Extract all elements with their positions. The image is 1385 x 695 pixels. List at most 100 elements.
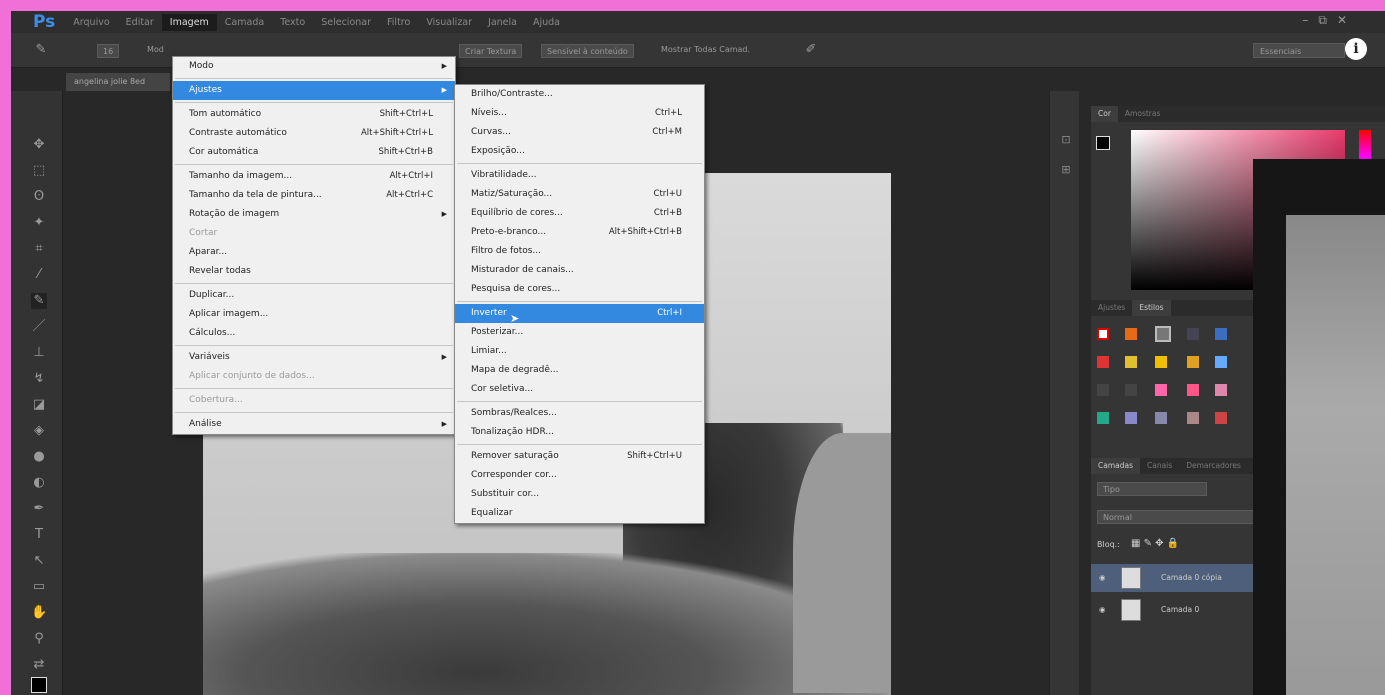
swap-colors-icon[interactable]: ⇄ — [31, 657, 47, 673]
style-swatch[interactable] — [1187, 384, 1199, 396]
menu-editar[interactable]: Editar — [118, 14, 162, 31]
style-swatch[interactable] — [1155, 356, 1167, 368]
style-swatch[interactable] — [1125, 328, 1137, 340]
tab-estilos[interactable]: Estilos — [1132, 300, 1171, 316]
visibility-eye-icon[interactable]: ◉ — [1099, 605, 1106, 614]
restore-button[interactable]: ⧉ — [1318, 13, 1327, 28]
menu-item-filtro-fotos[interactable]: Filtro de fotos... — [455, 242, 704, 261]
sample-all-checkbox[interactable]: Mostrar Todas Camad. — [661, 45, 750, 54]
menu-item-posterizar[interactable]: Posterizar... — [455, 323, 704, 342]
style-swatch[interactable] — [1097, 356, 1109, 368]
style-swatch[interactable] — [1155, 326, 1171, 342]
menu-item-curvas[interactable]: Curvas... Ctrl+M — [455, 123, 704, 142]
menu-camada[interactable]: Camada — [217, 14, 272, 31]
menu-item-brilho-contraste[interactable]: Brilho/Contraste... — [455, 85, 704, 104]
style-swatch[interactable] — [1125, 412, 1137, 424]
menu-item-tamanho-imagem[interactable]: Tamanho da imagem... Alt+Ctrl+I — [173, 167, 455, 186]
eraser-tool-icon[interactable]: ◪ — [31, 397, 47, 413]
tab-camadas[interactable]: Camadas — [1091, 458, 1140, 474]
workspace-select[interactable]: Essenciais — [1253, 43, 1345, 58]
menu-visualizar[interactable]: Visualizar — [418, 14, 480, 31]
style-swatch[interactable] — [1215, 328, 1227, 340]
healing-brush-icon[interactable]: ✎ — [31, 293, 47, 309]
menu-item-tonalizacao-hdr[interactable]: Tonalização HDR... — [455, 423, 704, 442]
content-aware-button[interactable]: Sensível à conteúdo — [541, 44, 634, 58]
tab-ajustes[interactable]: Ajustes — [1091, 300, 1132, 316]
tab-amostras[interactable]: Amostras — [1118, 106, 1167, 122]
style-swatch[interactable] — [1097, 412, 1109, 424]
menu-item-misturador-canais[interactable]: Misturador de canais... — [455, 261, 704, 280]
style-swatch[interactable] — [1215, 384, 1227, 396]
move-tool-icon[interactable]: ✥ — [31, 137, 47, 153]
menu-item-cor-automatica[interactable]: Cor automática Shift+Ctrl+B — [173, 143, 455, 162]
layer-row-selected[interactable]: ◉ Camada 0 cópia — [1091, 564, 1257, 592]
style-swatch[interactable] — [1215, 412, 1227, 424]
menu-item-equalizar[interactable]: Equalizar — [455, 504, 704, 523]
menu-item-cor-seletiva[interactable]: Cor seletiva... — [455, 380, 704, 399]
tab-demarcadores[interactable]: Demarcadores — [1179, 458, 1248, 474]
lock-icons[interactable]: ▦ ✎ ✥ 🔒 — [1131, 538, 1179, 549]
style-swatch[interactable] — [1155, 412, 1167, 424]
style-swatch[interactable] — [1187, 356, 1199, 368]
history-panel-icon[interactable]: ⊡ — [1059, 133, 1073, 147]
menu-item-aparar[interactable]: Aparar... — [173, 243, 455, 262]
style-swatch[interactable] — [1215, 356, 1227, 368]
menu-item-aplicar-imagem[interactable]: Aplicar imagem... — [173, 305, 455, 324]
brush-size-picker[interactable]: 16 — [97, 44, 120, 58]
menu-item-modo[interactable]: Modo ▶ — [173, 57, 455, 76]
close-button[interactable]: ✕ — [1337, 13, 1347, 28]
shape-tool-icon[interactable]: ▭ — [31, 579, 47, 595]
foreground-color-swatch[interactable] — [31, 677, 47, 693]
visibility-eye-icon[interactable]: ◉ — [1099, 573, 1106, 582]
menu-item-niveis[interactable]: Níveis... Ctrl+L — [455, 104, 704, 123]
menu-item-exposicao[interactable]: Exposição... — [455, 142, 704, 161]
style-swatch[interactable] — [1125, 384, 1137, 396]
menu-item-inverter[interactable]: Inverter Ctrl+I ➤ — [455, 304, 704, 325]
layer-row[interactable]: ◉ Camada 0 — [1091, 596, 1257, 624]
menu-arquivo[interactable]: Arquivo — [65, 14, 117, 31]
menu-item-ajustes[interactable]: Ajustes ▶ — [173, 81, 455, 100]
fg-color-chip[interactable] — [1096, 136, 1110, 150]
menu-item-rotacao[interactable]: Rotação de imagem ▶ — [173, 205, 455, 224]
info-icon[interactable]: i — [1345, 38, 1367, 60]
menu-item-pesquisa-cores[interactable]: Pesquisa de cores... — [455, 280, 704, 299]
properties-panel-icon[interactable]: ⊞ — [1059, 163, 1073, 177]
zoom-tool-icon[interactable]: ⚲ — [31, 631, 47, 647]
style-swatch[interactable] — [1125, 356, 1137, 368]
path-select-icon[interactable]: ↖ — [31, 553, 47, 569]
layer-kind-filter[interactable]: Tipo — [1097, 482, 1207, 496]
document-tab[interactable]: angelina jolie 8ed — [66, 73, 170, 91]
hand-tool-icon[interactable]: ✋ — [31, 605, 47, 621]
menu-item-sombras-realces[interactable]: Sombras/Realces... — [455, 404, 704, 423]
menu-ajuda[interactable]: Ajuda — [525, 14, 568, 31]
pressure-icon[interactable]: ✐ — [803, 42, 819, 58]
crop-tool-icon[interactable]: ⌗ — [31, 241, 47, 257]
menu-item-matiz-saturacao[interactable]: Matiz/Saturação... Ctrl+U — [455, 185, 704, 204]
menu-selecionar[interactable]: Selecionar — [313, 14, 379, 31]
menu-texto[interactable]: Texto — [272, 14, 313, 31]
brush-preset-icon[interactable]: ✎ — [33, 42, 49, 58]
history-brush-icon[interactable]: ↯ — [31, 371, 47, 387]
menu-item-duplicar[interactable]: Duplicar... — [173, 286, 455, 305]
menu-item-equilibrio-cores[interactable]: Equilíbrio de cores... Ctrl+B — [455, 204, 704, 223]
pen-tool-icon[interactable]: ✒ — [31, 501, 47, 517]
menu-item-tom-automatico[interactable]: Tom automático Shift+Ctrl+L — [173, 105, 455, 124]
menu-filtro[interactable]: Filtro — [379, 14, 418, 31]
blend-mode-select[interactable]: Normal — [1097, 510, 1257, 524]
menu-item-mapa-degrade[interactable]: Mapa de degradê... — [455, 361, 704, 380]
tab-cor[interactable]: Cor — [1091, 106, 1118, 122]
style-swatch[interactable] — [1097, 384, 1109, 396]
type-tool-icon[interactable]: T — [31, 527, 47, 543]
menu-item-analise[interactable]: Análise ▶ — [173, 415, 455, 434]
stamp-tool-icon[interactable]: ⊥ — [31, 345, 47, 361]
create-texture-button[interactable]: Criar Textura — [459, 44, 523, 58]
style-swatch[interactable] — [1187, 328, 1199, 340]
menu-item-preto-branco[interactable]: Preto-e-branco... Alt+Shift+Ctrl+B — [455, 223, 704, 242]
lasso-tool-icon[interactable]: ʘ — [31, 189, 47, 205]
magic-wand-icon[interactable]: ✦ — [31, 215, 47, 231]
menu-item-calculos[interactable]: Cálculos... — [173, 324, 455, 343]
dodge-tool-icon[interactable]: ◐ — [31, 475, 47, 491]
menu-janela[interactable]: Janela — [480, 14, 525, 31]
menu-item-corresponder-cor[interactable]: Corresponder cor... — [455, 466, 704, 485]
menu-item-variaveis[interactable]: Variáveis ▶ — [173, 348, 455, 367]
